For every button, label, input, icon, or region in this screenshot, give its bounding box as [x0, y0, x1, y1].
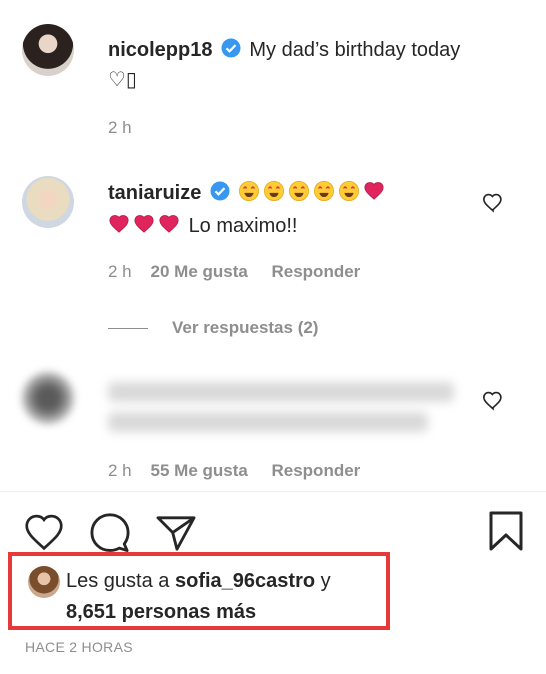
liker-username[interactable]: sofia_96castro — [175, 570, 315, 592]
reply-button[interactable]: Responder — [271, 262, 360, 281]
comment-time: 2 h — [108, 262, 132, 281]
like-comment-heart-icon[interactable] — [482, 390, 504, 412]
comment-item: taniaruize Lo maximo!! 2 h 20 Me gusta R… — [0, 150, 546, 350]
caption-text-block: nicolepp18 My dad’s birthday today — [108, 34, 460, 66]
red-heart-emoji — [158, 213, 180, 235]
caption-username[interactable]: nicolepp18 — [108, 39, 212, 61]
comment-meta: 2 h 55 Me gusta Responder — [108, 461, 360, 481]
comment-likes[interactable]: 20 Me gusta — [151, 262, 248, 281]
comment-text-line: Lo maximo!! — [108, 210, 298, 242]
view-replies-link[interactable]: Ver respuestas (2) — [172, 318, 318, 338]
likes-joiner: y — [320, 570, 331, 592]
caption-time: 2 h — [108, 118, 132, 137]
comment-likes[interactable]: 55 Me gusta — [151, 461, 248, 480]
like-comment-heart-icon[interactable] — [482, 192, 504, 214]
likes-prefix: Les gusta a — [66, 570, 170, 592]
caption: nicolepp18 My dad’s birthday today ♡▯ 2 … — [0, 0, 546, 150]
comment-time: 2 h — [108, 461, 132, 480]
divider — [0, 491, 546, 492]
heart-icon[interactable] — [22, 512, 66, 557]
emoji-row — [108, 215, 183, 237]
likes-others[interactable]: 8,651 personas más — [66, 601, 256, 623]
post-timestamp: HACE 2 HORAS — [25, 639, 133, 655]
heart-eyes-emoji — [338, 180, 360, 202]
avatar[interactable] — [22, 176, 74, 228]
blurred-comment — [108, 412, 428, 432]
bookmark-icon[interactable] — [488, 510, 524, 557]
avatar[interactable] — [22, 24, 74, 76]
reply-button[interactable]: Responder — [271, 461, 360, 480]
red-heart-emoji — [133, 213, 155, 235]
verified-icon — [221, 38, 241, 63]
comment-username[interactable]: taniaruize — [108, 182, 201, 204]
comment-text: Lo maximo!! — [188, 215, 298, 237]
avatar[interactable] — [22, 372, 74, 424]
replies-line — [108, 328, 148, 329]
red-heart-emoji — [108, 213, 130, 235]
comment-text-block: taniaruize — [108, 180, 448, 206]
share-icon[interactable] — [155, 514, 197, 557]
heart-eyes-emoji — [288, 180, 310, 202]
emoji-row — [238, 181, 388, 203]
comment-icon[interactable] — [89, 512, 131, 557]
heart-eyes-emoji — [263, 180, 285, 202]
comment-meta: 2 h 20 Me gusta Responder — [108, 262, 360, 282]
heart-eyes-emoji — [238, 180, 260, 202]
comment-item: 2 h 55 Me gusta Responder — [0, 360, 546, 490]
red-heart-emoji — [363, 180, 385, 202]
caption-text: My dad’s birthday today — [249, 39, 461, 61]
likes-summary: Les gusta a sofia_96castro y 8,651 perso… — [66, 566, 331, 628]
avatar[interactable] — [28, 566, 60, 598]
caption-second-line: ♡▯ — [108, 69, 137, 91]
heart-eyes-emoji — [313, 180, 335, 202]
blurred-username — [108, 382, 454, 402]
verified-icon — [210, 181, 230, 206]
